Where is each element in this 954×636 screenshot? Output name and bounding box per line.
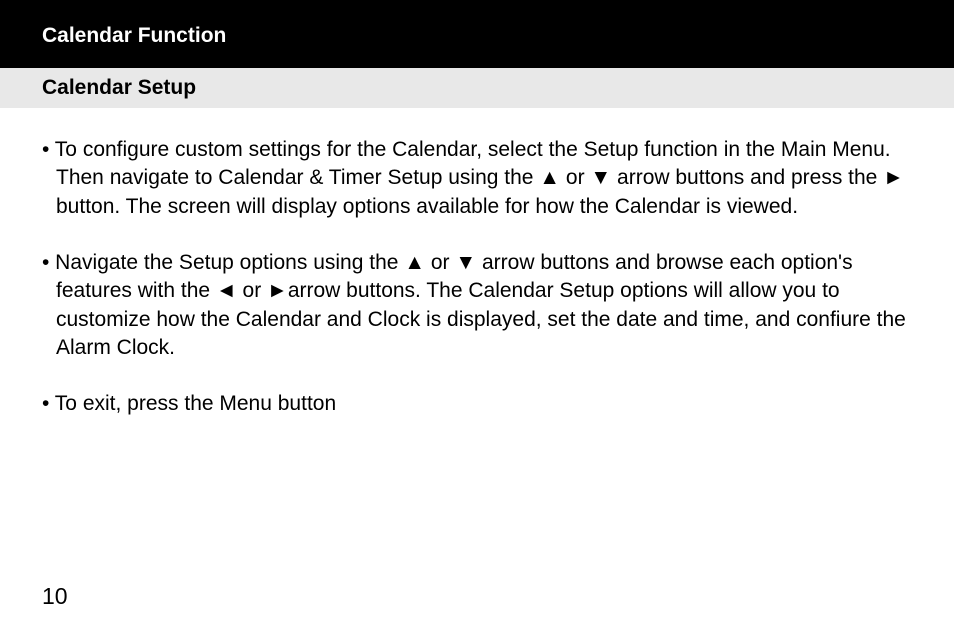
sub-header-title: Calendar Setup — [42, 76, 196, 99]
header-title: Calendar Function — [42, 24, 226, 47]
content-area: • To configure custom settings for the C… — [0, 108, 954, 419]
bullet-item: • Navigate the Setup options using the ▲… — [42, 249, 912, 362]
bullet-item: • To exit, press the Menu button — [42, 390, 912, 418]
bullet-item: • To configure custom settings for the C… — [42, 136, 912, 221]
page-number: 10 — [42, 583, 68, 610]
sub-header: Calendar Setup — [0, 68, 954, 108]
header-bar: Calendar Function — [0, 0, 954, 68]
